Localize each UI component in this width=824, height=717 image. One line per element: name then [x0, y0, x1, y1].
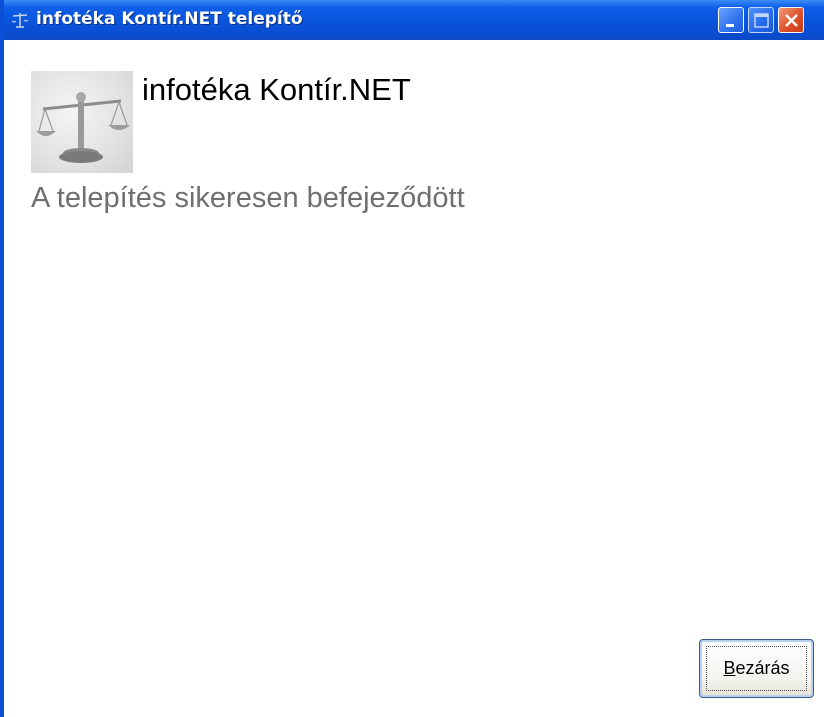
maximize-icon [754, 13, 769, 28]
minimize-button[interactable] [718, 7, 744, 33]
close-button-mnemonic: B [723, 658, 736, 678]
close-button-label-rest: ezárás [735, 658, 790, 678]
title-bar[interactable]: infotéka Kontír.NET telepítő [4, 0, 824, 40]
maximize-button[interactable] [748, 7, 774, 33]
status-message: A telepítés sikeresen befejeződött [31, 182, 465, 214]
minimize-icon [726, 24, 734, 27]
close-button-label: Bezárás [706, 646, 807, 691]
installer-window: infotéka Kontír.NET telepítő infotéka Ko… [0, 0, 824, 717]
close-window-button[interactable] [778, 7, 804, 33]
close-icon [785, 14, 798, 27]
scales-of-justice-icon [31, 71, 133, 173]
window-title: infotéka Kontír.NET telepítő [36, 9, 303, 29]
close-button[interactable]: Bezárás [699, 639, 814, 698]
product-title: infotéka Kontír.NET [142, 72, 411, 107]
app-scales-icon [10, 10, 30, 30]
